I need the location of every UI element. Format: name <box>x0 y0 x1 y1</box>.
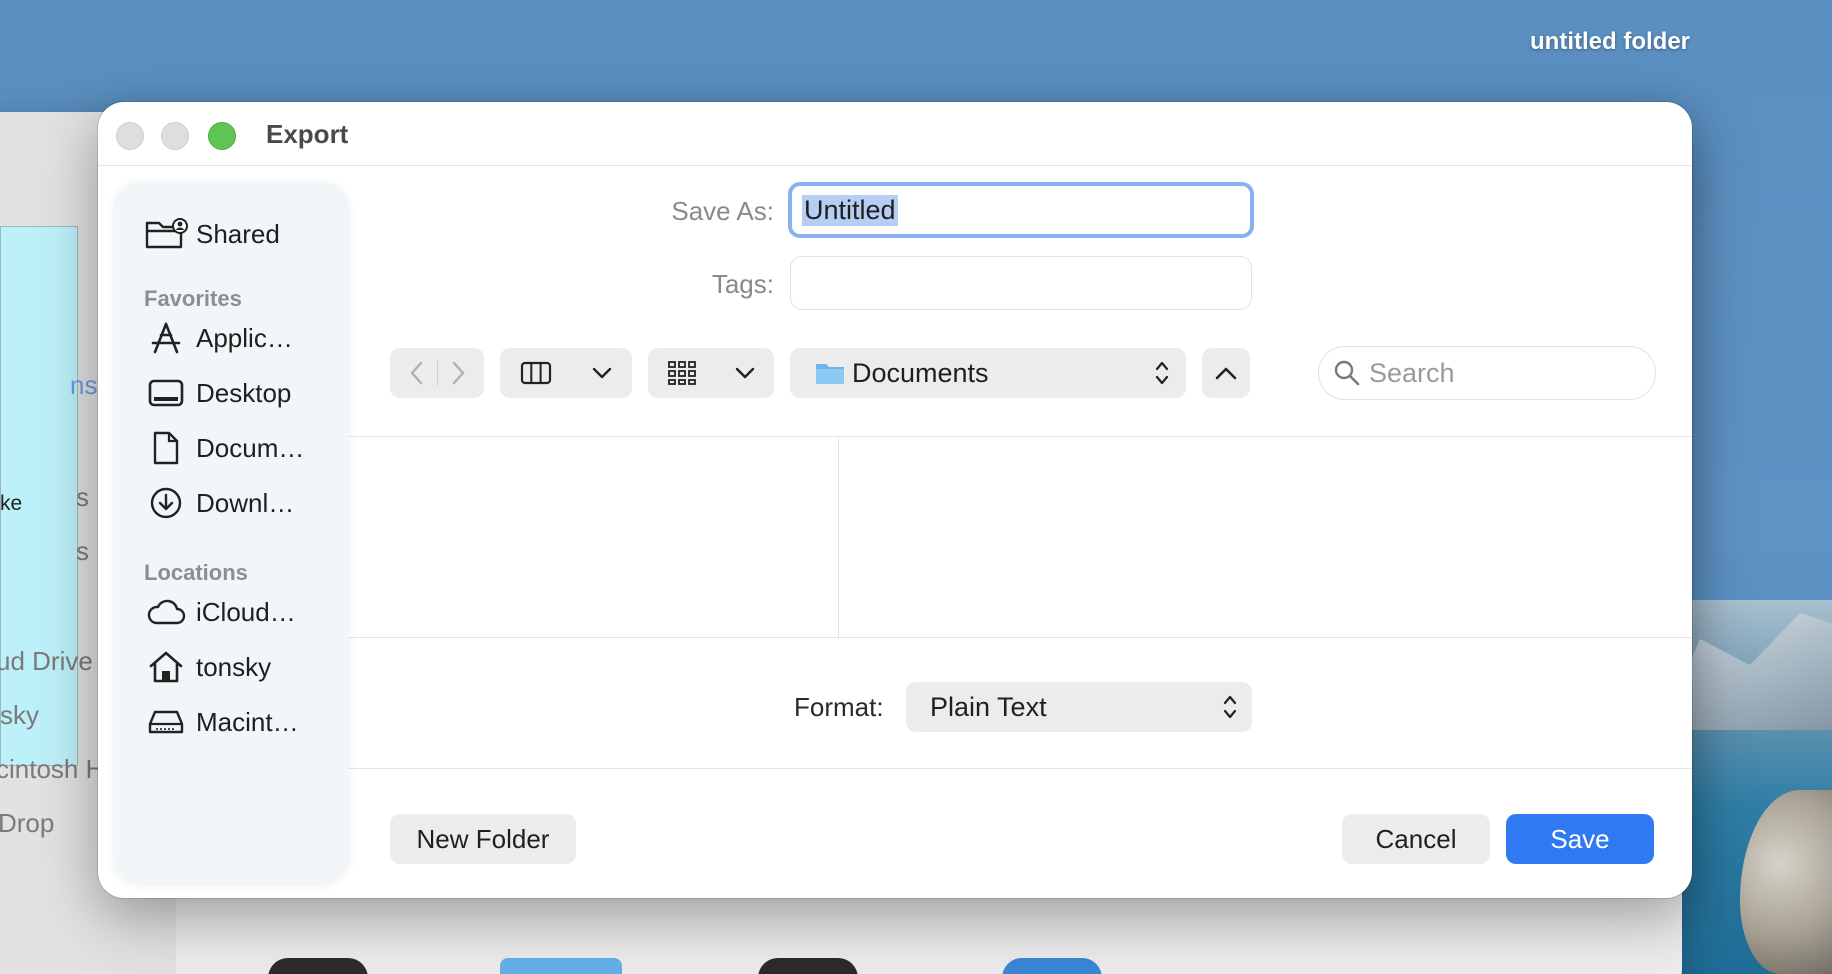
updown-chevron-icon <box>1222 693 1238 721</box>
sidebar-item-macintosh-hd[interactable]: Macint… <box>144 702 299 742</box>
sidebar-item-desktop[interactable]: Desktop <box>144 373 291 413</box>
applications-icon <box>144 318 188 358</box>
sidebar-item-label: Macint… <box>196 706 299 737</box>
desktop-folder-label[interactable]: untitled folder <box>1440 28 1690 56</box>
format-label: Format: <box>794 692 884 722</box>
favorites-header: Favorites <box>144 286 242 311</box>
documents-folder-icon <box>814 360 846 386</box>
background-sidebar-item: ud Drive <box>0 646 93 676</box>
view-mode-button[interactable] <box>500 348 632 398</box>
footer-divider <box>348 768 1692 769</box>
background-text: ns <box>70 370 98 400</box>
location-popup[interactable]: Documents <box>790 348 1186 398</box>
group-button[interactable] <box>648 348 774 398</box>
export-dialog: Export Shared Favorites Applic… Desktop <box>98 102 1692 898</box>
sidebar-item-label: Applic… <box>196 322 293 353</box>
background-text: ke <box>0 492 23 515</box>
chevron-up-icon <box>1214 365 1238 381</box>
background-sidebar-item: Drop <box>0 808 55 838</box>
download-icon <box>144 483 188 523</box>
home-icon <box>144 647 188 687</box>
dialog-title: Export <box>266 119 349 149</box>
back-forward-control <box>390 348 484 398</box>
chevron-down-icon <box>591 366 613 380</box>
sidebar-item-downloads[interactable]: Downl… <box>144 483 294 523</box>
format-value: Plain Text <box>930 691 1047 722</box>
hard-drive-icon <box>144 702 188 742</box>
search-icon <box>1333 359 1361 387</box>
location-label: Documents <box>852 357 989 388</box>
sidebar-item-icloud[interactable]: iCloud… <box>144 592 296 632</box>
sidebar-item-label: Desktop <box>196 377 292 408</box>
save-as-value: Untitled <box>802 194 898 226</box>
column-view-icon <box>520 360 552 386</box>
updown-chevron-icon <box>1154 359 1170 387</box>
cancel-button[interactable]: Cancel <box>1342 814 1490 864</box>
titlebar: Export <box>98 102 1692 166</box>
dock-folder-icon[interactable] <box>500 958 622 974</box>
tags-field[interactable] <box>790 256 1252 310</box>
icloud-icon <box>144 592 188 632</box>
column-divider[interactable] <box>838 436 839 638</box>
close-button[interactable] <box>116 122 144 150</box>
dock-app-icon[interactable] <box>1002 958 1102 974</box>
locations-header: Locations <box>144 560 248 585</box>
sidebar: Shared Favorites Applic… Desktop Docum… <box>114 182 348 882</box>
background-sidebar-item: sky <box>0 700 39 730</box>
sidebar-item-shared[interactable]: Shared <box>144 214 280 254</box>
minimize-button[interactable] <box>161 122 189 150</box>
new-folder-button[interactable]: New Folder <box>390 814 576 864</box>
save-as-field[interactable]: Untitled <box>788 182 1254 238</box>
forward-icon[interactable] <box>438 360 478 386</box>
sidebar-item-label: iCloud… <box>196 596 296 627</box>
sidebar-item-documents[interactable]: Docum… <box>144 428 304 468</box>
search-input[interactable]: Search <box>1318 346 1656 400</box>
dock-app-icon[interactable] <box>758 958 858 974</box>
dock-app-icon[interactable] <box>268 958 368 974</box>
sidebar-item-applications[interactable]: Applic… <box>144 318 293 358</box>
sidebar-item-label: tonsky <box>196 651 272 682</box>
tags-label: Tags: <box>711 269 774 299</box>
document-icon <box>144 428 188 468</box>
shared-folder-icon <box>144 214 188 254</box>
save-as-label: Save As: <box>671 196 774 226</box>
zoom-button[interactable] <box>208 122 236 150</box>
sidebar-item-label: Docum… <box>196 432 305 463</box>
save-button[interactable]: Save <box>1506 814 1654 864</box>
background-text: s <box>76 536 89 566</box>
back-icon[interactable] <box>397 360 438 386</box>
sidebar-item-label: Downl… <box>196 487 295 518</box>
file-browser[interactable] <box>348 436 1692 638</box>
grid-icon <box>667 360 697 386</box>
search-placeholder: Search <box>1369 357 1455 388</box>
background-text: s <box>76 482 89 512</box>
format-popup[interactable]: Plain Text <box>906 682 1252 732</box>
chevron-down-icon <box>734 366 756 380</box>
collapse-button[interactable] <box>1202 348 1250 398</box>
desktop-icon <box>144 373 188 413</box>
sidebar-item-home[interactable]: tonsky <box>144 647 271 687</box>
sidebar-item-label: Shared <box>196 218 280 249</box>
